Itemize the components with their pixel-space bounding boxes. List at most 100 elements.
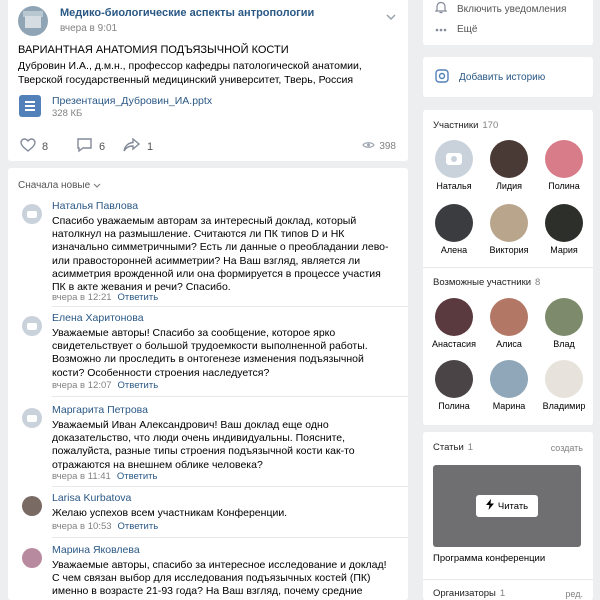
comment-author[interactable]: Larisa Kurbatova bbox=[52, 492, 131, 504]
add-story-button[interactable]: Добавить историю bbox=[435, 69, 545, 86]
lightning-icon bbox=[485, 499, 494, 513]
member-name: Алена bbox=[440, 245, 468, 255]
member-name: Анастасия bbox=[432, 339, 476, 349]
document-icon[interactable] bbox=[19, 95, 41, 117]
more-icon bbox=[435, 24, 447, 35]
comment-button[interactable]: 6 bbox=[76, 138, 105, 156]
avatar bbox=[545, 140, 583, 178]
comment-time[interactable]: вчера в 12:21 bbox=[52, 292, 112, 303]
comment-text: Уважаемые авторы! Спасибо за сообщение, … bbox=[52, 327, 368, 379]
reply-link[interactable]: Ответить bbox=[118, 292, 159, 303]
comment-author[interactable]: Елена Харитонова bbox=[52, 312, 144, 324]
avatar[interactable] bbox=[22, 408, 42, 428]
member-item[interactable]: Наталья bbox=[429, 140, 479, 191]
avatar bbox=[490, 360, 528, 398]
member-item[interactable]: Алиса bbox=[484, 298, 534, 349]
comments-card: Сначала новые Наталья Павлова Спасибо ув… bbox=[8, 168, 408, 600]
comment-item: Елена Харитонова Уважаемые авторы! Спаси… bbox=[18, 312, 398, 396]
member-name: Мария bbox=[550, 245, 578, 255]
heart-icon bbox=[20, 138, 36, 155]
page: Медико-биологические аспекты антропологи… bbox=[0, 0, 600, 600]
member-name: Виктория bbox=[489, 245, 529, 255]
post-text-line: Тверской государственный медицинский уни… bbox=[18, 74, 354, 86]
organizers-title: Организаторы bbox=[433, 588, 496, 599]
notifications-card: Включить уведомления Ещё bbox=[423, 0, 593, 45]
member-name: Марина bbox=[492, 401, 526, 411]
chevron-down-icon bbox=[93, 180, 101, 191]
share-button[interactable]: 1 bbox=[123, 137, 154, 155]
article-title[interactable]: Программа конференции bbox=[433, 553, 545, 564]
post-card: Медико-биологические аспекты антропологи… bbox=[8, 0, 408, 161]
articles-title: Статьи bbox=[433, 442, 464, 453]
reply-link[interactable]: Ответить bbox=[118, 521, 159, 532]
chevron-down-icon[interactable] bbox=[386, 12, 396, 23]
reply-link[interactable]: Ответить bbox=[117, 471, 158, 482]
read-button[interactable]: Читать bbox=[476, 495, 538, 517]
comment-time[interactable]: вчера в 10:53 bbox=[52, 521, 112, 532]
possible-members-header[interactable]: Возможные участники 8 bbox=[433, 277, 540, 288]
articles-card: Статьи 1 создать Читать Программа конфере… bbox=[423, 432, 593, 600]
post-time[interactable]: вчера в 9:01 bbox=[60, 23, 117, 34]
comment-item: Маргарита Петрова Уважаемый Иван Алексан… bbox=[18, 404, 398, 488]
comment-author[interactable]: Наталья Павлова bbox=[52, 200, 138, 212]
notifications-label: Включить уведомления bbox=[457, 3, 567, 15]
share-count: 1 bbox=[147, 140, 154, 153]
divider bbox=[52, 306, 408, 307]
more-label: Ещё bbox=[457, 24, 478, 35]
comment-author[interactable]: Маргарита Петрова bbox=[52, 404, 148, 416]
comment-meta: вчера в 10:53 Ответить bbox=[52, 521, 158, 532]
notifications-toggle[interactable]: Включить уведомления bbox=[434, 1, 567, 17]
more-menu[interactable]: Ещё bbox=[435, 24, 477, 35]
story-card: Добавить историю bbox=[423, 57, 593, 97]
edit-organizers-link[interactable]: ред. bbox=[565, 589, 583, 599]
document-link[interactable]: Презентация_Дубровин_ИА.pptx bbox=[52, 95, 212, 107]
comment-meta: вчера в 12:07 Ответить bbox=[52, 380, 158, 391]
group-name-link[interactable]: Медико-биологические аспекты антропологи… bbox=[60, 7, 314, 19]
comment-meta: вчера в 11:41 Ответить bbox=[52, 471, 157, 482]
member-item[interactable]: Лидия bbox=[484, 140, 534, 191]
organizers-header[interactable]: Организаторы 1 bbox=[433, 588, 505, 599]
member-item[interactable]: Мария bbox=[539, 204, 589, 255]
article-cover[interactable]: Читать bbox=[433, 465, 581, 547]
members-header[interactable]: Участники 170 bbox=[433, 120, 498, 131]
avatar bbox=[545, 298, 583, 336]
avatar[interactable] bbox=[22, 316, 42, 336]
comment-item: Наталья Павлова Спасибо уважаемым автора… bbox=[18, 200, 398, 310]
comment-time[interactable]: вчера в 11:41 bbox=[52, 471, 111, 482]
divider bbox=[423, 579, 593, 580]
articles-header[interactable]: Статьи 1 bbox=[433, 442, 473, 453]
add-story-label: Добавить историю bbox=[459, 72, 546, 83]
member-name: Алиса bbox=[496, 339, 522, 349]
avatar[interactable] bbox=[22, 496, 42, 516]
create-article-link[interactable]: создать bbox=[551, 443, 583, 453]
sort-dropdown[interactable]: Сначала новые bbox=[18, 180, 101, 191]
like-button[interactable]: 8 bbox=[20, 138, 48, 155]
avatar bbox=[490, 140, 528, 178]
member-item[interactable]: Анастасия bbox=[429, 298, 479, 349]
member-item[interactable]: Марина bbox=[484, 360, 534, 411]
avatar bbox=[545, 360, 583, 398]
comment-meta: вчера в 12:21 Ответить bbox=[52, 292, 158, 303]
comment-time[interactable]: вчера в 12:07 bbox=[52, 380, 112, 391]
avatar[interactable] bbox=[22, 204, 42, 224]
member-name: Полина bbox=[548, 181, 580, 191]
member-item[interactable]: Владимир bbox=[539, 360, 589, 411]
reply-link[interactable]: Ответить bbox=[118, 380, 159, 391]
eye-icon bbox=[362, 141, 376, 152]
comment-item: Марина Яковлева Уважаемые авторы, спасиб… bbox=[18, 544, 398, 600]
group-avatar[interactable] bbox=[18, 6, 48, 36]
member-item[interactable]: Алена bbox=[429, 204, 479, 255]
member-item[interactable]: Полина bbox=[539, 140, 589, 191]
divider bbox=[52, 537, 408, 538]
possible-members-grid: Анастасия Алиса Влад Полина Марина Влади… bbox=[429, 298, 589, 423]
member-name: Лидия bbox=[495, 181, 523, 191]
member-item[interactable]: Влад bbox=[539, 298, 589, 349]
member-item[interactable]: Полина bbox=[429, 360, 479, 411]
avatar[interactable] bbox=[22, 548, 42, 568]
divider bbox=[423, 267, 593, 268]
comment-text: Уважаемые авторы, спасибо за интересное … bbox=[52, 559, 387, 600]
comment-author[interactable]: Марина Яковлева bbox=[52, 544, 140, 556]
member-item[interactable]: Виктория bbox=[484, 204, 534, 255]
member-name: Владимир bbox=[542, 401, 586, 411]
members-count: 170 bbox=[482, 120, 499, 131]
